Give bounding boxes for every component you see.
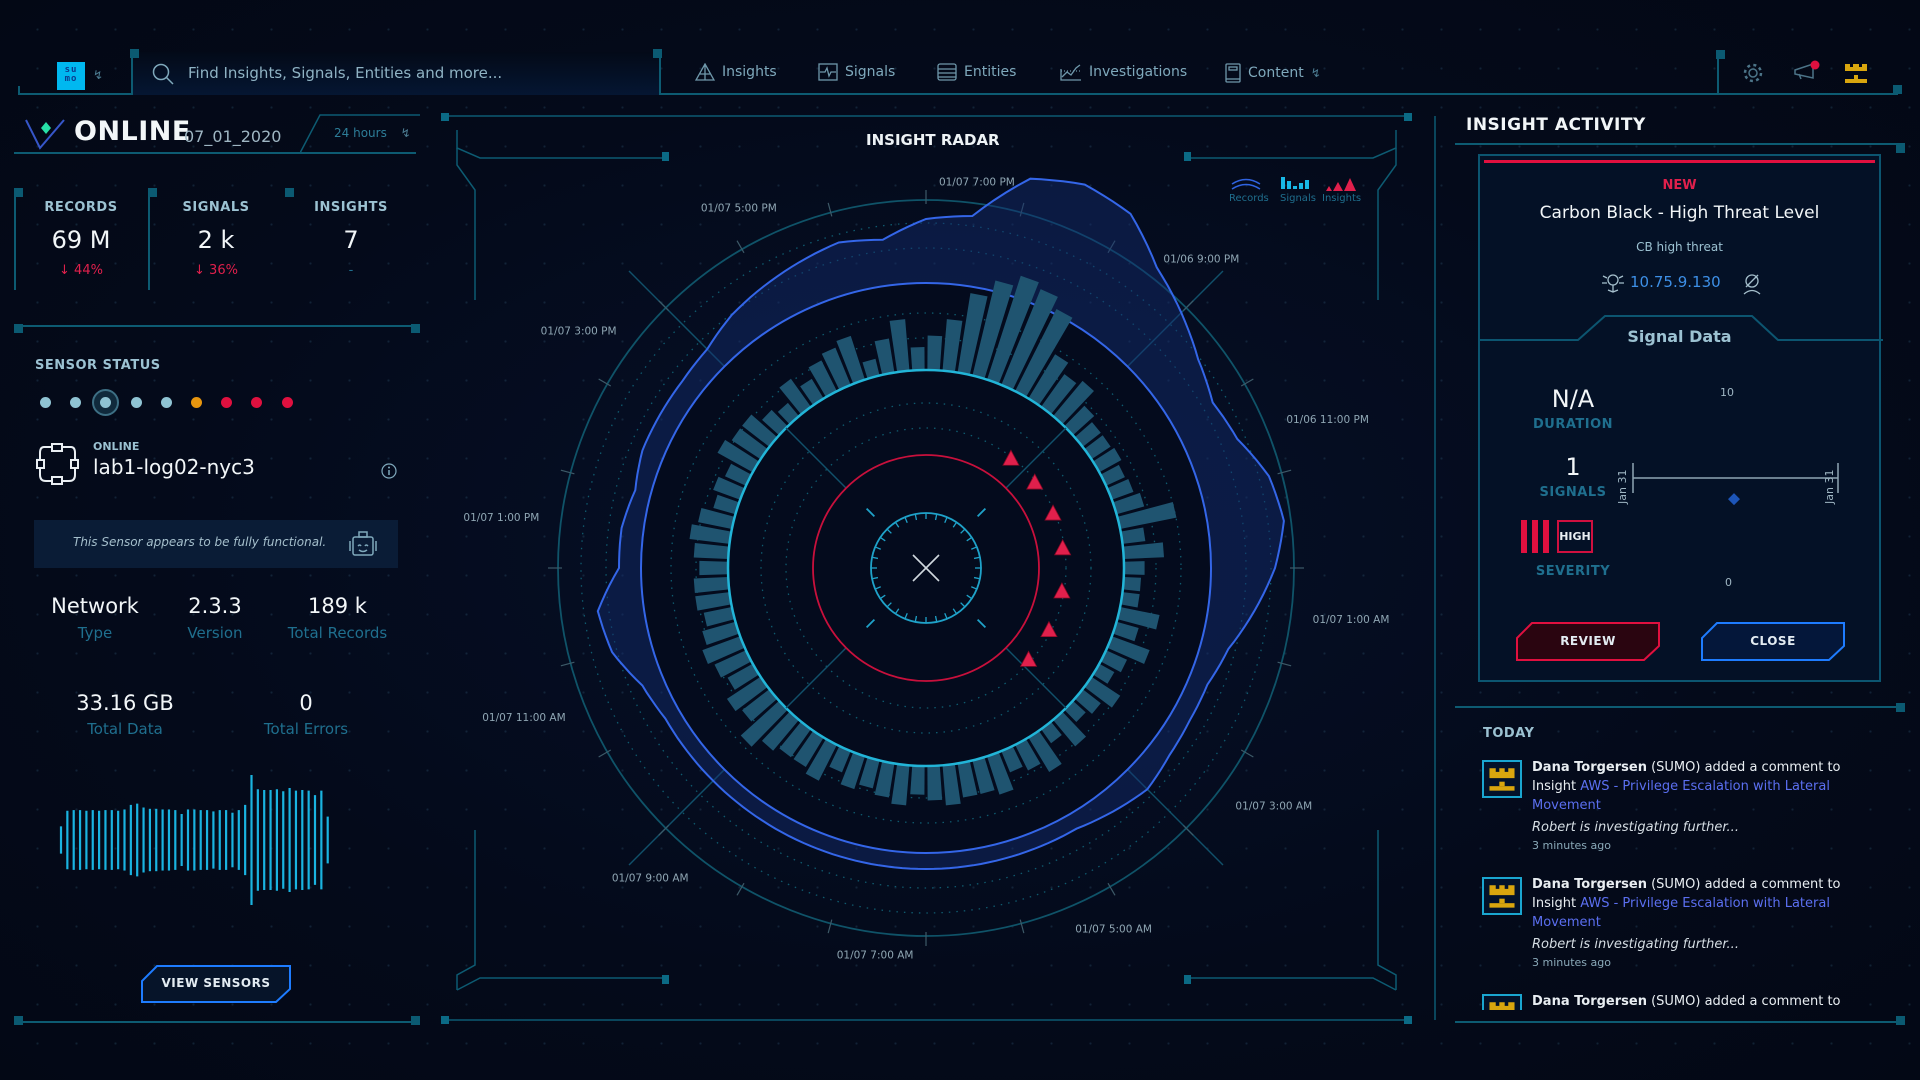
feed-insight-link[interactable]: AWS - Privilege Escalation with Lateral …	[1532, 896, 1830, 930]
feed-action: added a comment to	[1704, 994, 1841, 1009]
feed-user: Dana Torgersen	[1532, 994, 1647, 1009]
frame-corner	[1896, 1016, 1905, 1025]
feed-item[interactable]: Dana Torgersen (SUMO) added a comment to…	[1482, 875, 1882, 975]
panel-divider	[1455, 1021, 1905, 1023]
feed-insight-link[interactable]: AWS - Privilege Escalation with Lateral …	[1532, 779, 1830, 813]
user-avatar-icon	[1482, 994, 1522, 1010]
feed-note: Robert is investigating further...	[1532, 937, 1739, 952]
feed-org: (SUMO)	[1651, 994, 1701, 1009]
feed-org: (SUMO)	[1651, 877, 1701, 892]
feed-org: (SUMO)	[1651, 760, 1701, 775]
user-avatar-icon	[1482, 760, 1522, 798]
feed-item[interactable]: Dana Torgersen (SUMO) added a comment to…	[1482, 758, 1882, 858]
feed-note: Robert is investigating further...	[1532, 820, 1739, 835]
feed-message: Dana Torgersen (SUMO) added a comment to…	[1532, 758, 1862, 815]
feed-time: 3 minutes ago	[1532, 956, 1611, 969]
feed-message: Dana Torgersen (SUMO) added a comment to	[1532, 992, 1862, 1010]
feed-user: Dana Torgersen	[1532, 760, 1647, 775]
activity-feed: Dana Torgersen (SUMO) added a comment to…	[0, 0, 1920, 1010]
feed-user: Dana Torgersen	[1532, 877, 1647, 892]
feed-time: 3 minutes ago	[1532, 839, 1611, 852]
user-avatar-icon	[1482, 877, 1522, 915]
feed-message: Dana Torgersen (SUMO) added a comment to…	[1532, 875, 1862, 932]
feed-item[interactable]: Dana Torgersen (SUMO) added a comment to	[1482, 992, 1882, 1010]
